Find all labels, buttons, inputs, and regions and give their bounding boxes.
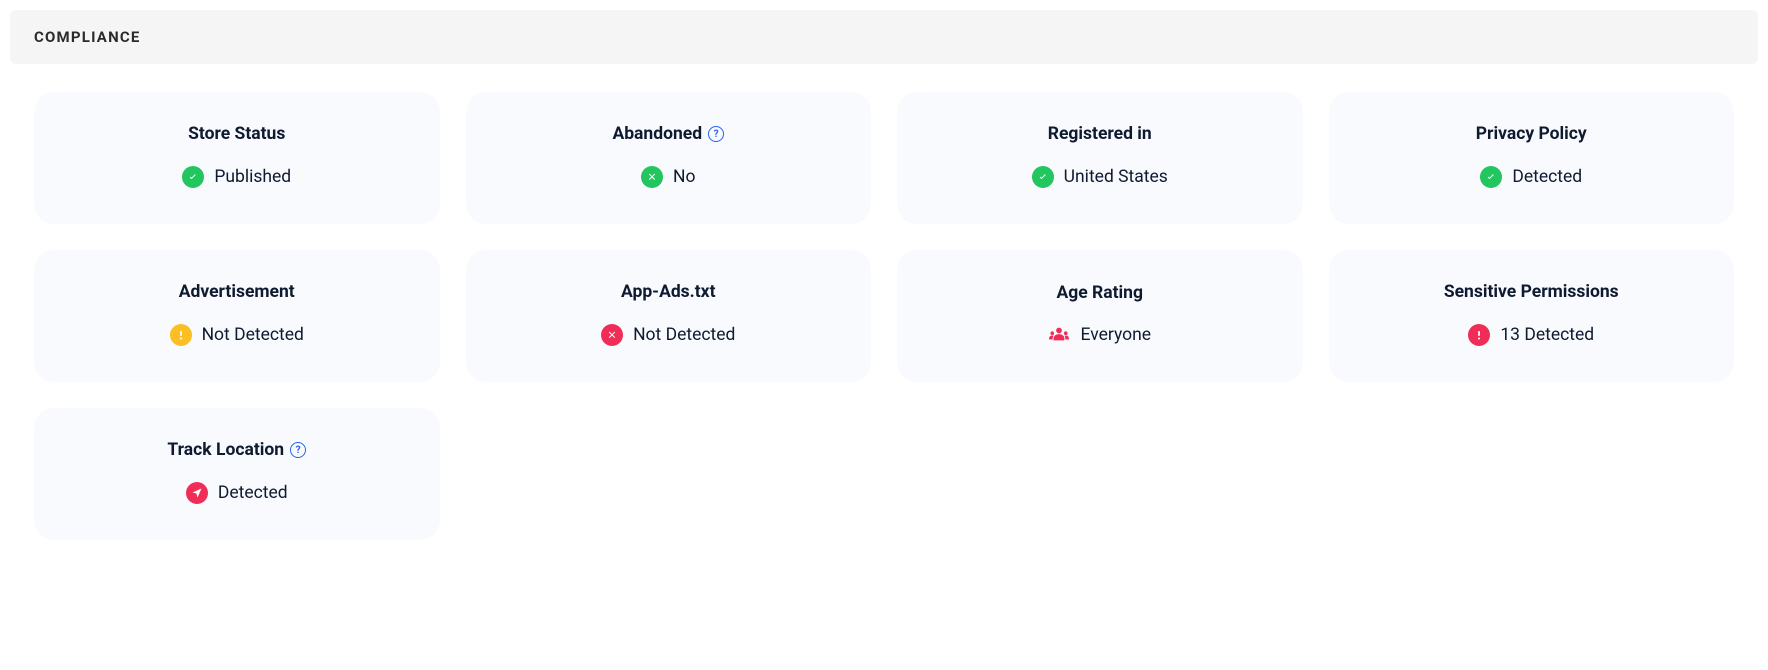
card-value-row: No bbox=[641, 166, 695, 188]
card-title-row: Track Location? bbox=[167, 440, 306, 460]
compliance-card: Privacy Policy Detected bbox=[1329, 92, 1735, 224]
card-title: Age Rating bbox=[1057, 283, 1144, 303]
card-title: Abandoned bbox=[612, 124, 702, 144]
card-title: Registered in bbox=[1048, 124, 1152, 144]
compliance-card: Abandoned? No bbox=[466, 92, 872, 224]
card-value-row: 13 Detected bbox=[1468, 324, 1594, 346]
card-title-row: Sensitive Permissions bbox=[1444, 282, 1619, 302]
location-icon bbox=[186, 482, 208, 504]
compliance-card: Track Location? Detected bbox=[34, 408, 440, 540]
card-value: Detected bbox=[1512, 167, 1582, 187]
people-icon bbox=[1048, 326, 1070, 344]
compliance-card: Store Status Published bbox=[34, 92, 440, 224]
card-title-row: Registered in bbox=[1048, 124, 1152, 144]
compliance-card: Age Rating Everyone bbox=[897, 250, 1303, 382]
section-title: COMPLIANCE bbox=[34, 28, 1734, 46]
compliance-card: Advertisement Not Detected bbox=[34, 250, 440, 382]
card-title-row: Advertisement bbox=[179, 282, 295, 302]
card-value: Everyone bbox=[1080, 325, 1151, 345]
card-value: Detected bbox=[218, 483, 288, 503]
card-value-row: Detected bbox=[186, 482, 288, 504]
card-title: Advertisement bbox=[179, 282, 295, 302]
card-title-row: Abandoned? bbox=[612, 124, 724, 144]
card-title-row: Age Rating bbox=[1057, 283, 1144, 303]
card-value: Not Detected bbox=[633, 325, 735, 345]
card-title: App-Ads.txt bbox=[621, 282, 716, 302]
card-value-row: Not Detected bbox=[170, 324, 304, 346]
compliance-card: App-Ads.txt Not Detected bbox=[466, 250, 872, 382]
card-value: Not Detected bbox=[202, 325, 304, 345]
compliance-card: Registered in United States bbox=[897, 92, 1303, 224]
exclamation-icon bbox=[1468, 324, 1490, 346]
check-icon bbox=[182, 166, 204, 188]
help-icon[interactable]: ? bbox=[708, 126, 724, 142]
exclamation-icon bbox=[170, 324, 192, 346]
card-title-row: Privacy Policy bbox=[1476, 124, 1587, 144]
card-title-row: App-Ads.txt bbox=[621, 282, 716, 302]
help-icon[interactable]: ? bbox=[290, 442, 306, 458]
card-value-row: Everyone bbox=[1048, 325, 1151, 345]
card-title-row: Store Status bbox=[188, 124, 285, 144]
compliance-card: Sensitive Permissions 13 Detected bbox=[1329, 250, 1735, 382]
header-bar: COMPLIANCE bbox=[10, 10, 1758, 64]
check-icon bbox=[1032, 166, 1054, 188]
card-value: No bbox=[673, 167, 695, 187]
card-value-row: United States bbox=[1032, 166, 1168, 188]
card-title: Sensitive Permissions bbox=[1444, 282, 1619, 302]
card-value-row: Detected bbox=[1480, 166, 1582, 188]
card-title: Track Location bbox=[167, 440, 284, 460]
card-value-row: Not Detected bbox=[601, 324, 735, 346]
card-value: Published bbox=[214, 167, 291, 187]
card-value-row: Published bbox=[182, 166, 291, 188]
card-title: Privacy Policy bbox=[1476, 124, 1587, 144]
x-icon bbox=[601, 324, 623, 346]
card-title: Store Status bbox=[188, 124, 285, 144]
card-value: United States bbox=[1064, 167, 1168, 187]
card-value: 13 Detected bbox=[1500, 325, 1594, 345]
check-icon bbox=[1480, 166, 1502, 188]
cards-grid: Store Status Published Abandoned? No Registe… bbox=[10, 92, 1758, 540]
x-icon bbox=[641, 166, 663, 188]
